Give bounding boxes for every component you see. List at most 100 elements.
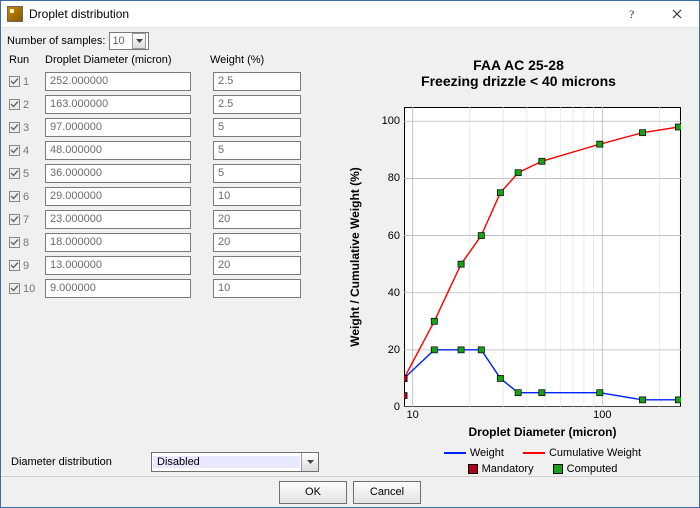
table-row: 4 48.000000 5 — [9, 139, 342, 162]
col-weight-header: Weight (%) — [210, 54, 342, 66]
run-cell: 6 — [9, 191, 45, 203]
run-number: 1 — [23, 76, 29, 88]
help-button[interactable]: ? — [611, 1, 655, 27]
chart-ylabel: Weight / Cumulative Weight (%) — [346, 107, 364, 407]
run-checkbox[interactable] — [9, 283, 20, 294]
run-checkbox[interactable] — [9, 168, 20, 179]
run-number: 5 — [23, 168, 29, 180]
run-number: 7 — [23, 214, 29, 226]
chart-title-line2: Freezing drizzle < 40 microns — [346, 73, 691, 89]
run-number: 4 — [23, 145, 29, 157]
diameter-input[interactable]: 9.000000 — [45, 279, 191, 298]
diameter-input[interactable]: 252.000000 — [45, 72, 191, 91]
run-checkbox[interactable] — [9, 122, 20, 133]
diameter-distribution-combo[interactable]: Disabled — [151, 452, 319, 472]
weight-input[interactable]: 2.5 — [213, 95, 301, 114]
chart-xticks: 10 100 — [404, 409, 681, 423]
run-checkbox[interactable] — [9, 191, 20, 202]
run-cell: 1 — [9, 76, 45, 88]
run-number: 9 — [23, 260, 29, 272]
weight-input[interactable]: 20 — [213, 233, 301, 252]
chart-svg — [404, 107, 681, 407]
col-run-header: Run — [9, 54, 45, 66]
legend-computed: Computed — [553, 461, 618, 477]
table-row: 10 9.000000 10 — [9, 277, 342, 300]
run-checkbox[interactable] — [9, 99, 20, 110]
chart-title: FAA AC 25-28 Freezing drizzle < 40 micro… — [346, 57, 691, 89]
legend-mandatory-square — [468, 464, 478, 474]
num-samples-select[interactable]: 10 — [109, 32, 149, 50]
ytick-label: 80 — [376, 172, 400, 184]
legend-cum-line — [523, 452, 545, 454]
col-diameter-header: Droplet Diameter (micron) — [45, 54, 210, 66]
num-samples-label: Number of samples: — [7, 35, 105, 47]
diameter-input[interactable]: 97.000000 — [45, 118, 191, 137]
table-row: 397.000000 5 — [9, 116, 342, 139]
table-row: 6 29.000000 10 — [9, 185, 342, 208]
diameter-input[interactable]: 48.000000 — [45, 141, 191, 160]
window-title: Droplet distribution — [29, 7, 611, 21]
diameter-input[interactable]: 29.000000 — [45, 187, 191, 206]
diameter-distribution-value: Disabled — [153, 456, 300, 468]
cancel-button[interactable]: Cancel — [353, 481, 421, 504]
diameter-input[interactable]: 13.000000 — [45, 256, 191, 275]
run-checkbox[interactable] — [9, 145, 20, 156]
client-area: Number of samples: 10 Run Droplet Diamet… — [1, 28, 699, 507]
run-checkbox[interactable] — [9, 76, 20, 87]
legend-weight-line — [444, 452, 466, 454]
table-body: 1252.0000002.52163.0000002.5397.00000054… — [9, 70, 342, 300]
diameter-input[interactable]: 18.000000 — [45, 233, 191, 252]
xtick-label: 100 — [593, 409, 611, 421]
legend-computed-square — [553, 464, 563, 474]
run-checkbox[interactable] — [9, 260, 20, 271]
dialog-window: Droplet distribution ? Number of samples… — [0, 0, 700, 508]
table-row: 2163.000000 2.5 — [9, 93, 342, 116]
diameter-input[interactable]: 163.000000 — [45, 95, 191, 114]
ytick-label: 0 — [376, 401, 400, 413]
ok-button[interactable]: OK — [279, 481, 347, 504]
titlebar: Droplet distribution ? — [1, 1, 699, 28]
legend-mandatory: Mandatory — [468, 461, 534, 477]
run-cell: 10 — [9, 283, 45, 295]
ytick-label: 60 — [376, 230, 400, 242]
samples-table: Run Droplet Diameter (micron) Weight (%)… — [1, 52, 346, 448]
table-row: 1 252.000000 2.5 — [9, 70, 342, 93]
weight-input[interactable]: 20 — [213, 256, 301, 275]
table-row: 9 13.000000 20 — [9, 254, 342, 277]
samples-row: Number of samples: 10 — [1, 28, 699, 52]
weight-input[interactable]: 20 — [213, 210, 301, 229]
chevron-down-icon — [301, 453, 318, 471]
run-number: 10 — [23, 283, 35, 295]
chevron-down-icon — [132, 33, 146, 49]
app-icon — [7, 6, 23, 22]
ytick-label: 20 — [376, 344, 400, 356]
chart-xlabel: Droplet Diameter (micron) — [404, 425, 681, 439]
table-row: 8 18.000000 20 — [9, 231, 342, 254]
chart-panel: FAA AC 25-28 Freezing drizzle < 40 micro… — [346, 52, 699, 448]
run-cell: 9 — [9, 260, 45, 272]
weight-input[interactable]: 2.5 — [213, 72, 301, 91]
weight-input[interactable]: 5 — [213, 118, 301, 137]
table-row: 5 36.000000 5 — [9, 162, 342, 185]
run-checkbox[interactable] — [9, 214, 20, 225]
weight-input[interactable]: 10 — [213, 187, 301, 206]
weight-input[interactable]: 5 — [213, 164, 301, 183]
run-number: 8 — [23, 237, 29, 249]
close-button[interactable] — [655, 1, 699, 27]
run-cell: 5 — [9, 168, 45, 180]
xtick-label: 10 — [407, 409, 419, 421]
chart-plot-area — [404, 107, 681, 407]
chart-legend: Weight Cumulative Weight Mandatory Compu… — [404, 443, 681, 479]
diameter-distribution-label: Diameter distribution — [11, 456, 141, 468]
run-checkbox[interactable] — [9, 237, 20, 248]
dialog-buttons: OK Cancel — [1, 477, 699, 507]
weight-input[interactable]: 10 — [213, 279, 301, 298]
table-header: Run Droplet Diameter (micron) Weight (%) — [9, 54, 342, 66]
run-cell: 2 — [9, 99, 45, 111]
diameter-input[interactable]: 23.000000 — [45, 210, 191, 229]
chart-title-line1: FAA AC 25-28 — [346, 57, 691, 73]
diameter-input[interactable]: 36.000000 — [45, 164, 191, 183]
run-cell: 3 — [9, 122, 45, 134]
run-number: 6 — [23, 191, 29, 203]
weight-input[interactable]: 5 — [213, 141, 301, 160]
